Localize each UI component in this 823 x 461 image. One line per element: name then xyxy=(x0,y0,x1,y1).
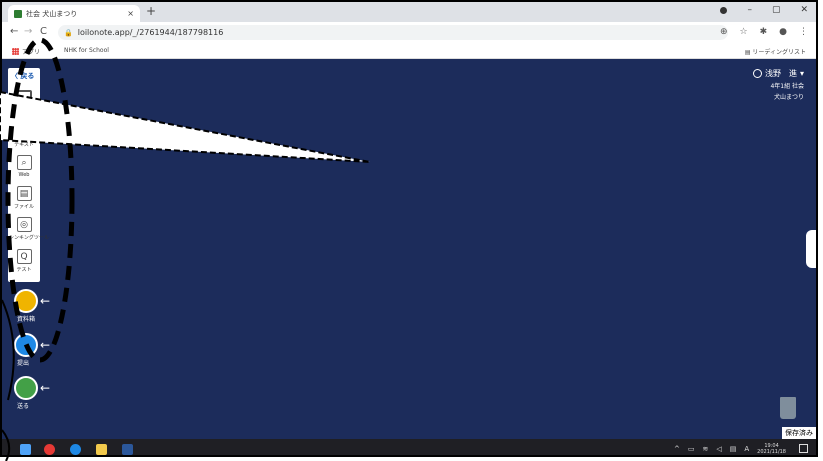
taskbar: ^ ▭ ≋ ◁ ▤ A 19:04 2021/11/18 xyxy=(2,439,816,455)
back-button[interactable]: 〈 戻る xyxy=(11,71,34,81)
chrome-icon[interactable] xyxy=(44,444,55,455)
tool-label: シンキングツール xyxy=(9,235,49,241)
menu-kebab-icon[interactable]: ⋮ xyxy=(799,27,808,37)
arrow-left-icon: ← xyxy=(40,338,51,352)
note-canvas[interactable]: 〈 戻る ✎ テキスト ⌕ Web ▤ ファイル ◎ シンキングツール Q テス… xyxy=(2,59,816,439)
new-tab-button[interactable]: + xyxy=(146,4,156,18)
bookmark-nhk[interactable]: NHK for School xyxy=(64,47,109,54)
tool-file[interactable]: ▤ ファイル xyxy=(9,186,39,216)
minimize-button[interactable]: – xyxy=(747,5,752,15)
send-icon xyxy=(14,376,38,400)
back-arrow-icon[interactable]: ← xyxy=(10,26,18,37)
thinking-tool-icon: ◎ xyxy=(16,217,32,232)
url-text[interactable]: loilonote.app/_/2761944/187798116 xyxy=(78,28,224,37)
tool-test[interactable]: Q テスト xyxy=(9,249,39,279)
tool-web[interactable]: ⌕ Web xyxy=(9,155,39,185)
saved-status: 保存済み xyxy=(782,427,816,439)
reading-list-button[interactable]: ▤ リーディングリスト xyxy=(745,47,806,56)
word-icon[interactable] xyxy=(122,444,133,455)
browser-tab[interactable]: 社会 犬山まつり × xyxy=(8,5,140,22)
loilonote-favicon-icon xyxy=(14,9,22,18)
web-icon: ⌕ xyxy=(16,155,32,170)
tool-panel: 〈 戻る ✎ テキスト ⌕ Web ▤ ファイル ◎ シンキングツール Q テス… xyxy=(8,68,49,282)
chevron-down-icon[interactable]: ▾ xyxy=(800,69,804,78)
profile-icon[interactable]: ● xyxy=(779,27,787,37)
send-button[interactable]: ← 送る xyxy=(14,376,54,410)
trash-icon[interactable] xyxy=(780,397,796,419)
side-drawer-handle[interactable] xyxy=(806,230,816,268)
star-icon[interactable]: ☆ xyxy=(740,27,748,37)
user-info[interactable]: 浅野 進 ▾ 4年1組 社会 犬山まつり xyxy=(752,68,804,101)
bookmark-nhk-label: NHK for School xyxy=(64,47,109,54)
battery-icon[interactable]: ▭ xyxy=(688,445,695,453)
submit-button[interactable]: ← 提出 xyxy=(14,333,54,367)
reading-list-label: リーディングリスト xyxy=(752,49,806,56)
user-avatar-icon xyxy=(752,69,762,78)
submit-label: 提出 xyxy=(17,360,30,367)
maximize-button[interactable]: ▢ xyxy=(772,5,781,15)
address-bar[interactable]: 🔒 loilonote.app/_/2761944/187798116 xyxy=(58,25,728,40)
wifi-icon[interactable]: ≋ xyxy=(702,445,708,453)
test-icon: Q xyxy=(16,249,32,264)
user-name: 浅野 進 xyxy=(764,69,797,78)
file-icon: ▤ xyxy=(16,186,32,201)
clock-date: 2021/11/18 xyxy=(757,449,786,455)
tool-text[interactable]: ✎ テキスト xyxy=(9,124,39,154)
material-box-icon xyxy=(14,289,38,313)
extension-icons: ⊕ ☆ ✱ ● ⋮ xyxy=(720,27,808,37)
reload-icon[interactable]: C xyxy=(40,26,47,37)
file-explorer-icon[interactable] xyxy=(96,444,107,455)
apps-grid-icon xyxy=(12,48,19,55)
tool-label: ファイル xyxy=(13,204,34,210)
note-title: 犬山まつり xyxy=(773,94,804,101)
chevron-up-icon[interactable]: ^ xyxy=(674,445,680,453)
profile-dot-icon[interactable] xyxy=(720,6,728,14)
volume-icon[interactable]: ◁ xyxy=(716,445,721,453)
close-window-button[interactable]: ✕ xyxy=(800,5,808,15)
submit-icon xyxy=(14,333,38,357)
browser-tab-bar: 社会 犬山まつり × + – ▢ ✕ xyxy=(2,2,816,22)
tool-label: Web xyxy=(18,172,30,178)
user-name-row[interactable]: 浅野 進 ▾ xyxy=(752,68,804,79)
bookmark-apps-label: アプリ xyxy=(22,49,41,56)
screenshot-frame: 社会 犬山まつり × + – ▢ ✕ ← → C 🔒 loilonote.app… xyxy=(0,0,818,457)
bookmark-apps[interactable]: アプリ xyxy=(12,47,40,56)
tool-label: テスト xyxy=(16,267,32,273)
keyboard-icon[interactable]: ▤ xyxy=(730,445,737,453)
windows-start-icon[interactable] xyxy=(20,444,31,455)
ime-indicator[interactable]: A xyxy=(744,445,749,453)
browser-toolbar: ← → C 🔒 loilonote.app/_/2761944/18779811… xyxy=(2,22,816,44)
bookmarks-bar: アプリ NHK for School ▤ リーディングリスト xyxy=(2,44,816,59)
material-box-label: 資料箱 xyxy=(17,316,36,323)
window-controls: – ▢ ✕ xyxy=(720,5,808,15)
send-label: 送る xyxy=(17,403,30,410)
clock[interactable]: 19:04 2021/11/18 xyxy=(757,443,786,455)
translate-icon[interactable]: ⊕ xyxy=(720,27,728,37)
arrow-left-icon: ← xyxy=(40,381,51,395)
tool-thinking[interactable]: ◎ シンキングツール xyxy=(9,217,49,247)
tab-title: 社会 犬山まつり xyxy=(26,9,78,18)
camera-icon[interactable] xyxy=(16,90,32,101)
class-label: 4年1組 社会 xyxy=(770,83,804,90)
puzzle-icon[interactable]: ✱ xyxy=(760,27,768,37)
lock-icon: 🔒 xyxy=(64,28,73,37)
tab-close-icon[interactable]: × xyxy=(127,9,134,18)
forward-arrow-icon[interactable]: → xyxy=(24,26,32,37)
notification-icon[interactable] xyxy=(799,444,808,453)
arrow-left-icon: ← xyxy=(40,294,51,308)
text-icon: ✎ xyxy=(16,124,32,139)
system-tray: ^ ▭ ≋ ◁ ▤ A 19:04 2021/11/18 xyxy=(674,443,786,455)
tool-label: テキスト xyxy=(14,142,34,148)
material-box-button[interactable]: ← 資料箱 xyxy=(14,289,54,323)
edge-icon[interactable] xyxy=(70,444,81,455)
